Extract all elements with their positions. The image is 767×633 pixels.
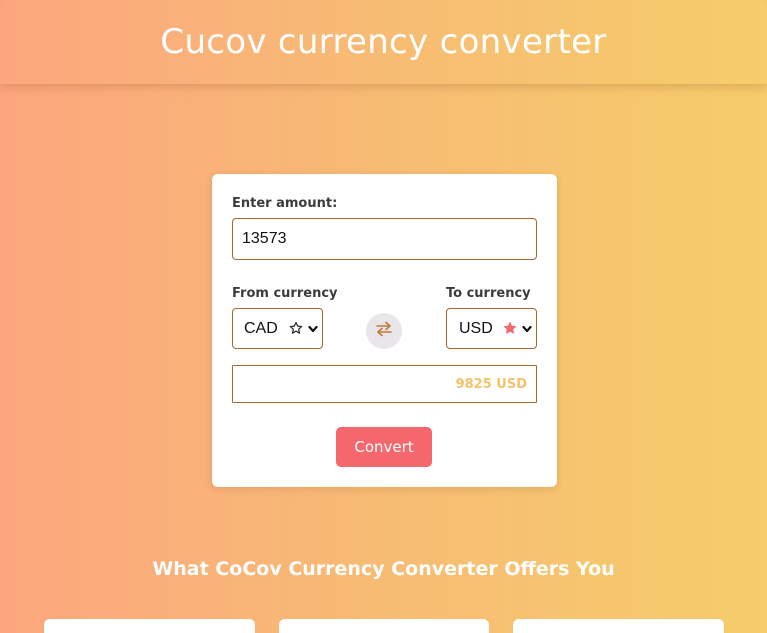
amount-input[interactable] [232,218,537,260]
from-currency-code: CAD [244,320,278,337]
offer-card [279,619,489,633]
offer-card [44,619,255,633]
swap-currencies-button[interactable] [366,313,402,349]
star-filled-icon[interactable] [503,321,517,337]
convert-button[interactable]: Convert [336,427,432,467]
conversion-result: 9825 USD [232,365,537,403]
result-value: 9825 USD [455,376,527,392]
from-currency-label: From currency [232,286,338,301]
from-currency-select[interactable]: CAD [232,308,323,349]
chevron-down-icon [522,322,532,340]
offers-heading: What CoCov Currency Converter Offers You [152,558,615,580]
swap-arrows-icon [375,321,393,342]
to-currency-label: To currency [446,286,531,301]
amount-label: Enter amount: [232,196,338,211]
app-title: Cucov currency converter [160,22,607,62]
offer-card [513,619,724,633]
app-header: Cucov currency converter [0,0,767,84]
to-currency-code: USD [459,320,493,337]
chevron-down-icon [308,322,318,340]
star-outline-icon[interactable] [289,321,303,337]
converter-card: Enter amount: From currency CAD To curre… [212,174,557,487]
to-currency-select[interactable]: USD [446,308,537,349]
